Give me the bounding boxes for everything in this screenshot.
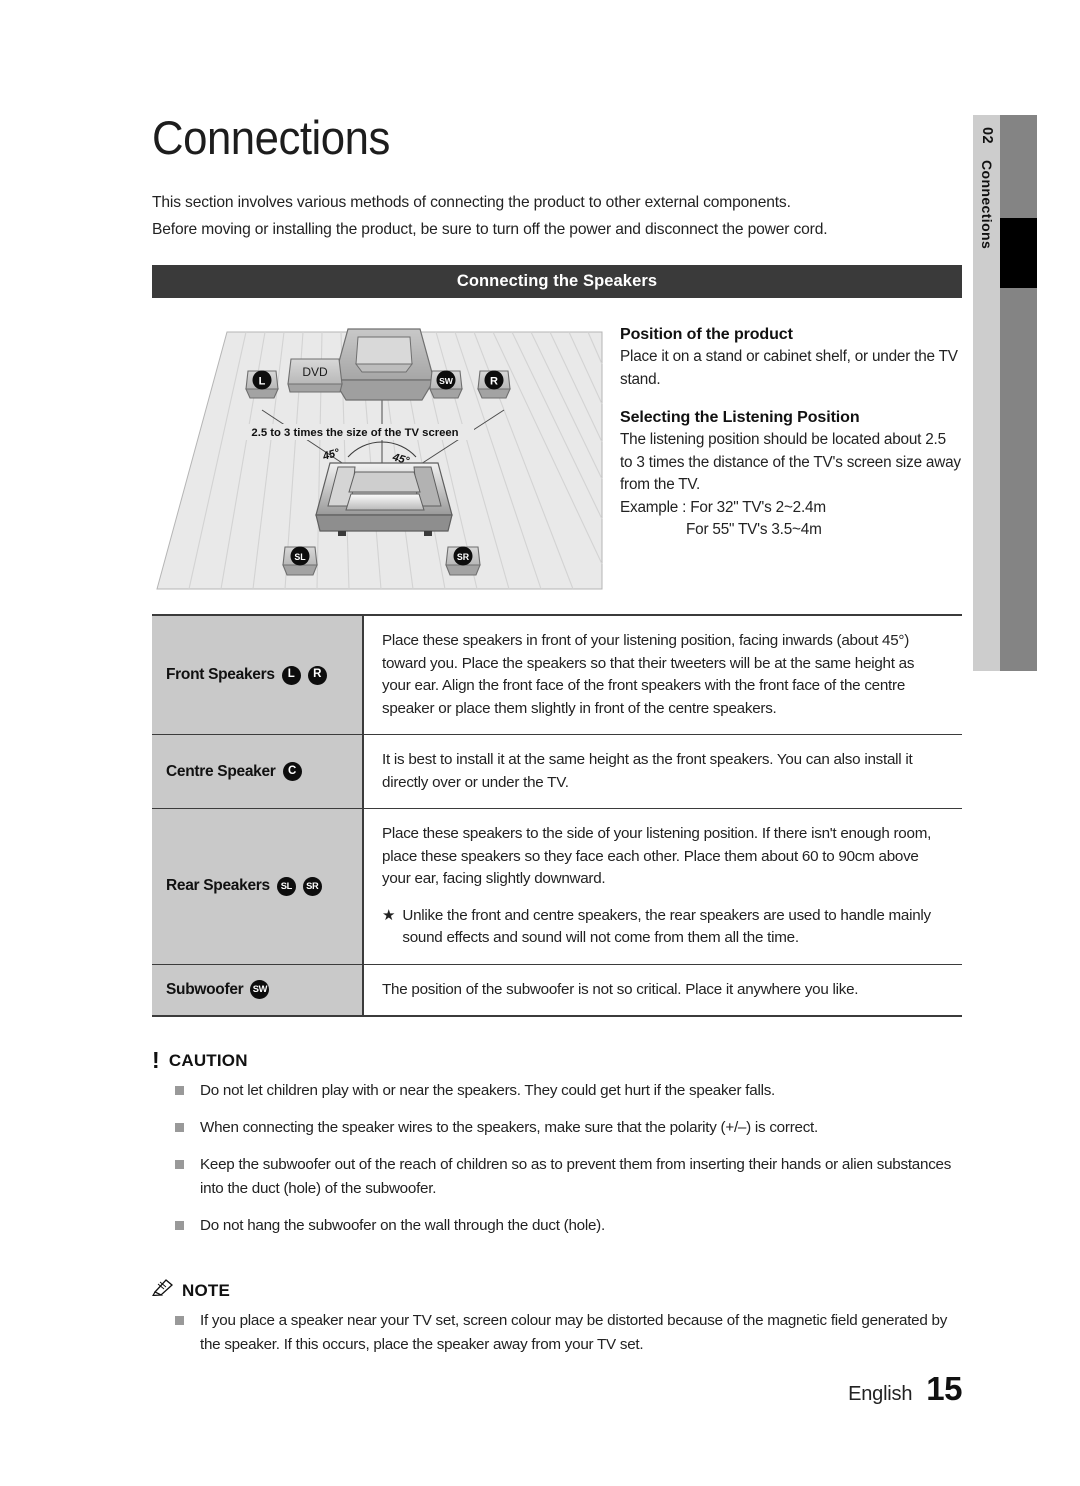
list-item: If you place a speaker near your TV set,… [152, 1309, 962, 1357]
table-row-badges: SL SR [276, 876, 322, 896]
caution-block: ! CAUTION Do not let children play with … [152, 1047, 962, 1238]
listening-position-example-1: Example : For 32" TV's 2~2.4m [620, 498, 826, 516]
table-row: Front Speakers L R Place these speakers … [152, 616, 962, 735]
side-tab-chapter-number: 02 [979, 127, 995, 144]
table-row-label-subwoofer: Subwoofer SW [152, 964, 364, 1015]
section-heading-label: Connecting the Speakers [456, 272, 658, 290]
list-item: Do not let children play with or near th… [152, 1079, 962, 1103]
square-bullet-icon [175, 1160, 184, 1169]
speaker-subwoofer: SW [429, 370, 463, 399]
table-row-badges: C [282, 762, 302, 781]
table-row-label-centre-speaker: Centre Speaker C [152, 735, 364, 808]
badge-right: R [307, 665, 327, 685]
speaker-front-right: R [477, 370, 511, 399]
caution-item-text: Do not hang the subwoofer on the wall th… [200, 1217, 605, 1234]
page-title: Connections [152, 111, 390, 164]
position-of-product-heading: Position of the product [620, 326, 793, 343]
page-content: Connections This section involves variou… [151, 0, 962, 1357]
caution-heading: ! CAUTION [152, 1047, 962, 1074]
badge-surround-left: SL [276, 876, 296, 896]
table-row-description-cell: Place these speakers to the side of your… [364, 809, 962, 964]
table-row-label-front-speakers: Front Speakers L R [152, 616, 364, 734]
table-row-badges: L R [281, 665, 327, 685]
listening-position-example-2: For 55" TV's 3.5~4m [686, 521, 822, 538]
square-bullet-icon [175, 1316, 184, 1325]
svg-text:R: R [490, 376, 498, 388]
caution-item-text: Keep the subwoofer out of the reach of c… [200, 1156, 952, 1197]
badge-surround-right: SR [302, 876, 322, 896]
intro-line-1: This section involves various methods of… [152, 194, 791, 211]
table-row-label-text: Front Speakers [166, 666, 275, 683]
position-of-product-body: Place it on a stand or cabinet shelf, or… [620, 348, 958, 388]
dvd-player: DVD [287, 358, 343, 393]
dvd-label: DVD [302, 365, 328, 379]
table-row-description-cell: The position of the subwoofer is not so … [364, 965, 962, 1016]
square-bullet-icon [175, 1123, 184, 1132]
star-icon: ★ [382, 906, 396, 924]
table-row: Subwoofer SW The position of the subwoof… [152, 964, 962, 1016]
speaker-placement-diagram: 45° 45° DVD L SW R 2.5 to 3 times the si… [152, 314, 614, 592]
note-heading: NOTE [151, 1278, 962, 1301]
section-heading-bar: Connecting the Speakers [152, 265, 962, 298]
square-bullet-icon [175, 1221, 184, 1230]
diagram-and-position-row: 45° 45° DVD L SW R 2.5 to 3 times the si… [152, 314, 962, 592]
badge-centre: C [282, 762, 302, 781]
square-bullet-icon [175, 1086, 184, 1095]
exclamation-icon: ! [152, 1047, 160, 1074]
table-row-label-text: Subwoofer [166, 980, 244, 998]
note-title: NOTE [182, 1281, 231, 1300]
badge-subwoofer: SW [250, 980, 270, 1000]
list-item: Keep the subwoofer out of the reach of c… [152, 1153, 962, 1201]
position-info-column: Position of the product Place it on a st… [614, 314, 962, 592]
side-tab-current-chapter-marker [1000, 218, 1037, 288]
note-list: If you place a speaker near your TV set,… [152, 1309, 962, 1357]
speaker-surround-right: SR [445, 546, 481, 576]
side-tab-chapter-name: Connections [979, 159, 995, 250]
table-row-label-text: Rear Speakers [166, 877, 270, 895]
table-row-description: It is best to install it at the same hei… [382, 751, 913, 791]
page-footer: English 15 [152, 1370, 962, 1408]
svg-text:SR: SR [457, 552, 470, 562]
side-tab-dark-band [1000, 115, 1037, 671]
caution-item-text: Do not let children play with or near th… [200, 1082, 776, 1099]
intro-text: This section involves various methods of… [152, 189, 962, 243]
table-row: Rear Speakers SL SR Place these speakers… [152, 809, 962, 965]
table-row-description: Place these speakers in front of your li… [382, 632, 915, 717]
note-item-text: If you place a speaker near your TV set,… [200, 1312, 948, 1353]
tv-unit [332, 328, 436, 401]
speaker-surround-left: SL [282, 546, 318, 576]
svg-text:SW: SW [439, 376, 454, 386]
pencil-icon [151, 1278, 174, 1301]
side-tab-text: 02 Connections [973, 115, 1000, 671]
table-row-description-cell: Place these speakers in front of your li… [364, 616, 962, 734]
table-row-description: Place these speakers to the side of your… [382, 825, 932, 887]
caution-title: CAUTION [168, 1051, 248, 1070]
speaker-placement-table: Front Speakers L R Place these speakers … [152, 614, 962, 1017]
note-block: NOTE If you place a speaker near your TV… [151, 1278, 962, 1357]
table-row-description: The position of the subwoofer is not so … [382, 980, 859, 998]
footer-page-number: 15 [926, 1370, 962, 1407]
svg-text:SL: SL [294, 552, 306, 562]
listening-position-body: The listening position should be located… [620, 431, 961, 493]
distance-label: 2.5 to 3 times the size of the TV screen [251, 427, 458, 439]
table-row-badges: SW [250, 980, 270, 1000]
table-row-label-rear-speakers: Rear Speakers SL SR [152, 809, 364, 964]
svg-text:L: L [259, 376, 266, 388]
table-row: Centre Speaker C It is best to install i… [152, 735, 962, 809]
intro-line-2: Before moving or installing the product,… [152, 221, 828, 238]
table-row-footnote: ★ Unlike the front and centre speakers, … [382, 905, 946, 950]
table-row-footnote-text: Unlike the front and centre speakers, th… [402, 906, 931, 947]
list-item: When connecting the speaker wires to the… [152, 1116, 962, 1140]
caution-list: Do not let children play with or near th… [152, 1079, 962, 1238]
table-row-label-text: Centre Speaker [166, 762, 276, 780]
footer-language: English [848, 1383, 913, 1405]
badge-left: L [281, 665, 301, 685]
sofa [315, 462, 453, 536]
list-item: Do not hang the subwoofer on the wall th… [152, 1214, 962, 1238]
table-row-description-cell: It is best to install it at the same hei… [364, 735, 962, 808]
caution-item-text: When connecting the speaker wires to the… [200, 1119, 818, 1136]
speaker-front-left: L [245, 370, 279, 399]
listening-position-heading: Selecting the Listening Position [620, 409, 860, 426]
chapter-side-tab: 02 Connections [973, 115, 1037, 671]
